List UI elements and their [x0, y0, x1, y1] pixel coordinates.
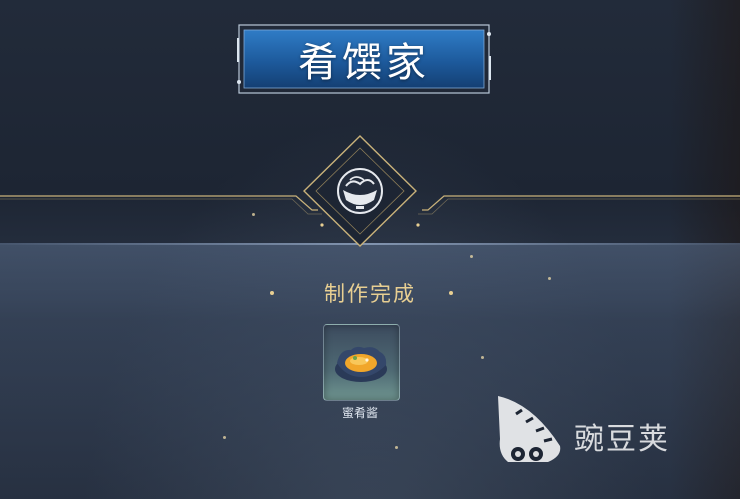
decor-dot	[449, 291, 453, 295]
status-text: 制作完成	[324, 282, 416, 306]
sparkle	[548, 277, 551, 280]
reward-item-name: 蜜肴酱	[341, 406, 378, 420]
game-screen: 肴馔家 制作完成 蜜肴酱 豌豆荚	[0, 0, 740, 499]
sparkle	[395, 446, 398, 449]
reward-item-slot[interactable]	[323, 324, 400, 401]
page-title: 肴馔家	[298, 40, 430, 86]
sparkle	[223, 436, 226, 439]
watermark-text: 豌豆荚	[574, 422, 670, 457]
wandoujia-logo	[498, 396, 561, 462]
ornament-lines	[0, 135, 740, 247]
sparkle	[252, 213, 255, 216]
cooking-pot-icon	[303, 135, 417, 247]
honey-sauce-dish-icon	[335, 346, 387, 382]
sparkle	[470, 255, 473, 258]
sparkle	[481, 356, 484, 359]
title-plaque: 肴馔家	[236, 22, 492, 96]
emblem-ornament	[0, 130, 740, 250]
